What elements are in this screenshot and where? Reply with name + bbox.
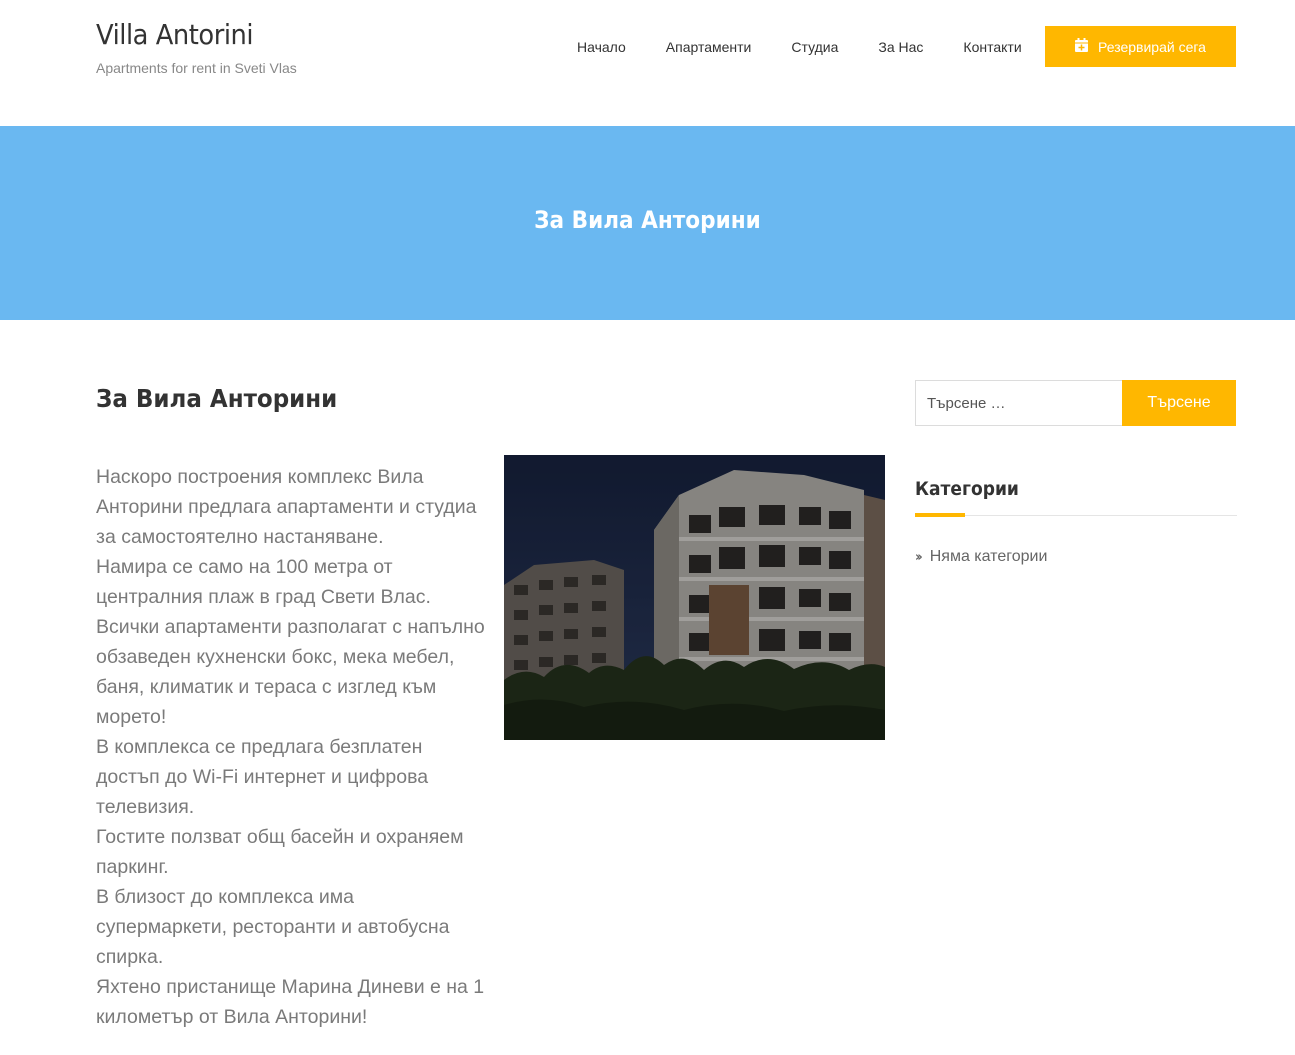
search-form: Търсене <box>915 380 1236 426</box>
site-title[interactable]: Villa Antorini <box>96 18 254 51</box>
double-chevron-right-icon: ›› <box>915 549 923 565</box>
post-paragraph: Гостите ползват общ басейн и охраняем па… <box>96 826 464 878</box>
post-paragraph: Яхтено пристанище Марина Диневи е на 1 к… <box>96 976 485 1028</box>
nav-item-apartments[interactable]: Апартаменти <box>666 39 752 55</box>
post-content: Наскоро построения комплекс Вила Анторин… <box>96 462 486 1032</box>
no-categories-label: Няма категории <box>929 548 1048 565</box>
post-paragraph: Наскоро построения комплекс Вила Анторин… <box>96 466 477 548</box>
nav-item-home[interactable]: Начало <box>577 39 626 55</box>
main-nav: Начало Апартаменти Студиа За Нас Контакт… <box>560 26 1062 67</box>
search-input[interactable] <box>915 380 1122 426</box>
page-banner: За Вила Анторини <box>0 126 1295 320</box>
nav-item-about[interactable]: За Нас <box>878 39 923 55</box>
search-button[interactable]: Търсене <box>1122 380 1236 426</box>
nav-item-contacts[interactable]: Контакти <box>963 39 1021 55</box>
post-paragraph: В близост до комплекса има супермаркети,… <box>96 886 450 968</box>
widget-accent-bar <box>915 513 965 517</box>
post-title: За Вила Анторини <box>96 384 338 413</box>
category-item: ›› Няма категории <box>915 548 1047 566</box>
post-paragraph: Всички апартаменти разполагат с напълно … <box>96 616 485 728</box>
villa-photo <box>504 455 885 740</box>
site-tagline: Apartments for rent in Sveti Vlas <box>96 60 297 76</box>
site-header: Villa Antorini Apartments for rent in Sv… <box>0 0 1295 126</box>
post-paragraph: В комплекса се предлага безплатен достъп… <box>96 736 429 818</box>
calendar-plus-icon <box>1075 38 1089 55</box>
post-paragraph: Намира се само на 100 метра от централни… <box>96 556 431 608</box>
categories-title: Категории <box>915 478 1019 500</box>
book-now-button[interactable]: Резервирай сега <box>1045 26 1236 67</box>
book-now-label: Резервирай сега <box>1098 38 1206 55</box>
banner-title: За Вила Анторини <box>534 206 761 234</box>
nav-item-studios[interactable]: Студиа <box>791 39 838 55</box>
